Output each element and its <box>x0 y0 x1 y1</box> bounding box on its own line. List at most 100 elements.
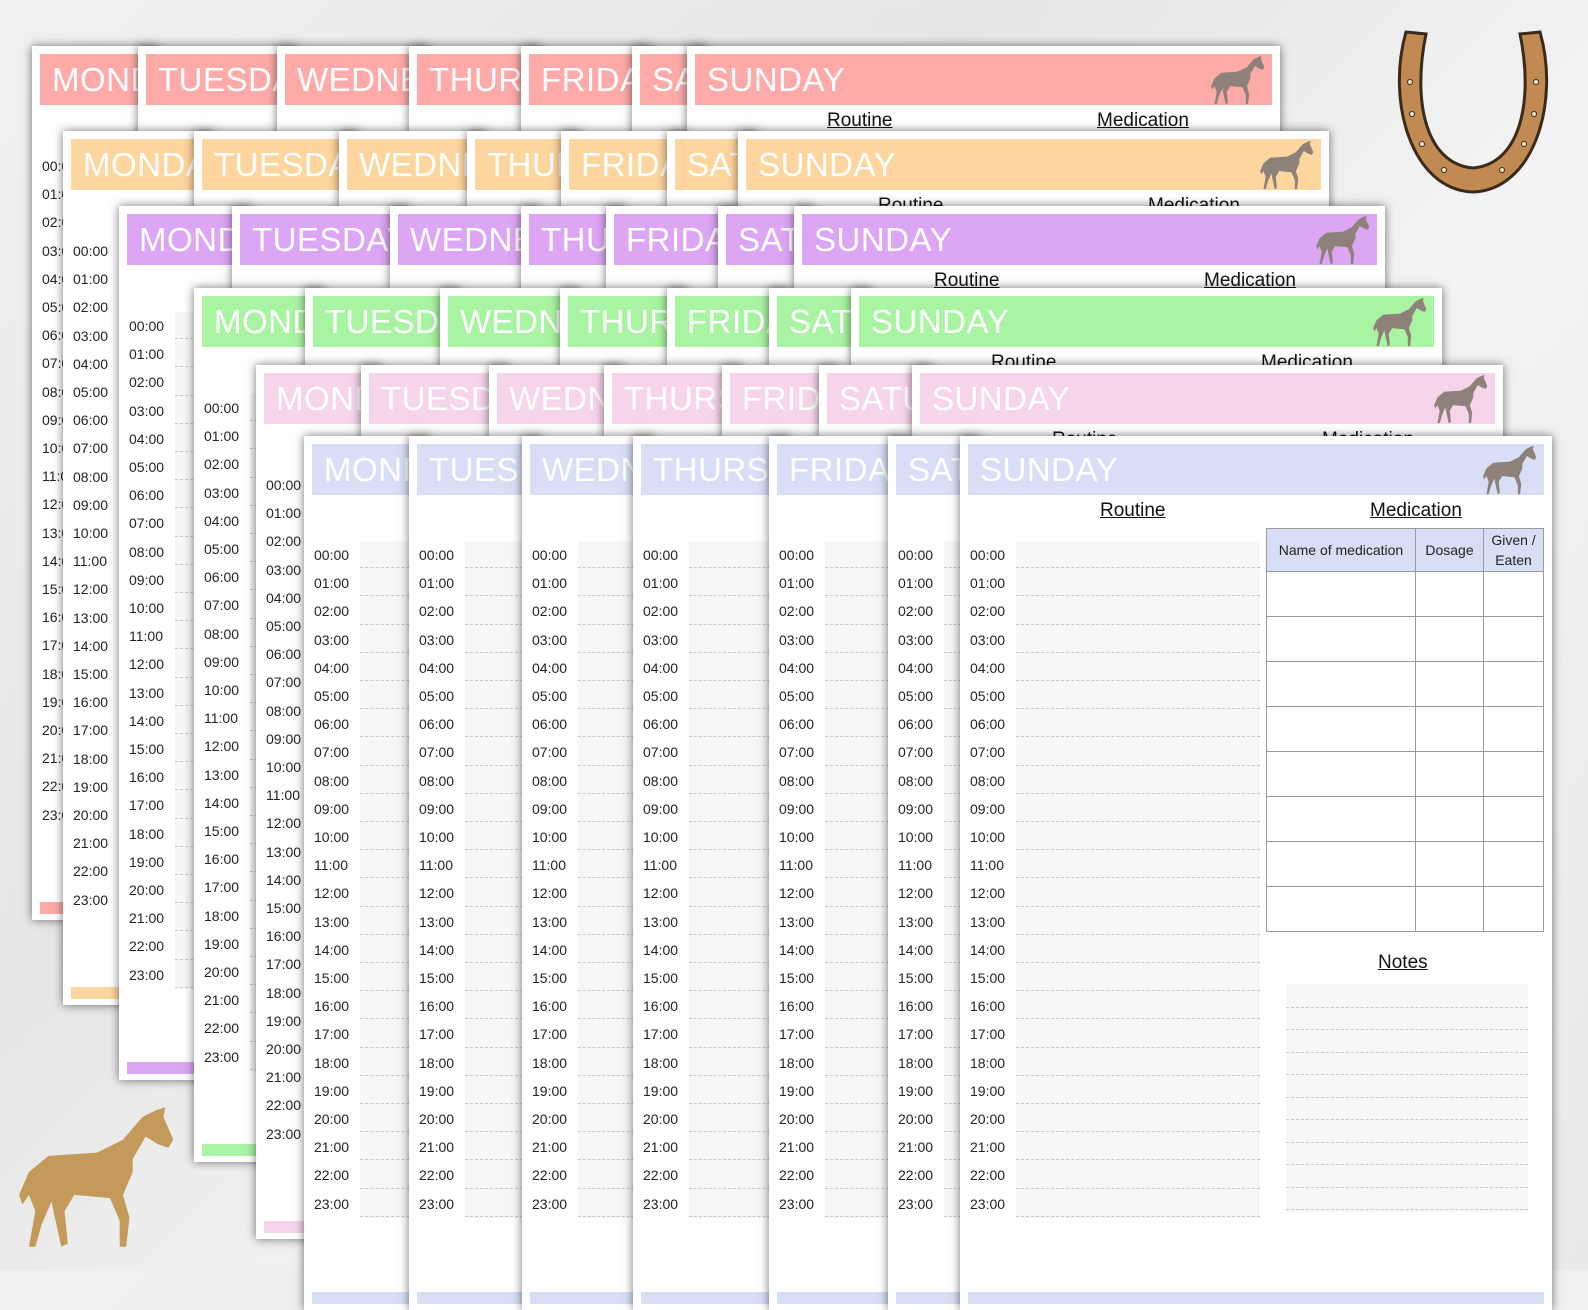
routine-line[interactable] <box>689 1131 775 1133</box>
routine-line[interactable] <box>465 736 528 738</box>
routine-line[interactable] <box>360 821 415 822</box>
routine-line[interactable] <box>578 680 639 681</box>
routine-line[interactable] <box>465 1159 528 1161</box>
routine-line[interactable] <box>465 933 528 935</box>
routine-line[interactable] <box>465 1215 528 1217</box>
routine-line[interactable] <box>465 962 528 963</box>
routine-line[interactable] <box>825 1074 894 1076</box>
routine-line[interactable] <box>578 1159 639 1161</box>
routine-line[interactable] <box>689 595 775 597</box>
routine-line[interactable] <box>689 962 775 963</box>
medication-cell[interactable] <box>1414 616 1485 662</box>
routine-line[interactable] <box>825 1215 894 1217</box>
notes-line[interactable] <box>1286 1186 1528 1188</box>
routine-line[interactable] <box>1016 1046 1260 1048</box>
routine-line[interactable] <box>578 623 639 625</box>
routine-line[interactable] <box>689 792 775 794</box>
routine-line[interactable] <box>1016 1215 1260 1217</box>
medication-cell[interactable] <box>1266 886 1416 932</box>
medication-cell[interactable] <box>1266 661 1416 707</box>
routine-line[interactable] <box>1016 877 1260 879</box>
routine-line[interactable] <box>465 1046 528 1048</box>
routine-line[interactable] <box>1016 567 1260 569</box>
routine-line[interactable] <box>578 1018 639 1020</box>
routine-line[interactable] <box>1016 1018 1260 1020</box>
routine-line[interactable] <box>465 877 528 879</box>
medication-cell[interactable] <box>1483 796 1544 842</box>
routine-line[interactable] <box>1016 905 1260 907</box>
medication-cell[interactable] <box>1483 751 1544 797</box>
medication-cell[interactable] <box>1483 706 1544 752</box>
routine-line[interactable] <box>689 651 775 653</box>
routine-line[interactable] <box>1016 708 1260 710</box>
notes-line[interactable] <box>1286 1074 1528 1075</box>
routine-line[interactable] <box>360 567 415 569</box>
routine-line[interactable] <box>360 1131 415 1133</box>
routine-line[interactable] <box>689 1103 775 1104</box>
routine-line[interactable] <box>578 849 639 851</box>
routine-line[interactable] <box>465 595 528 597</box>
routine-line[interactable] <box>578 736 639 738</box>
routine-line[interactable] <box>360 651 415 653</box>
routine-line[interactable] <box>360 1074 415 1076</box>
routine-line[interactable] <box>1016 962 1260 963</box>
routine-line[interactable] <box>825 595 894 597</box>
routine-line[interactable] <box>1016 933 1260 935</box>
medication-cell[interactable] <box>1266 841 1416 887</box>
medication-cell[interactable] <box>1414 751 1485 797</box>
medication-cell[interactable] <box>1414 571 1485 617</box>
routine-line[interactable] <box>360 764 415 766</box>
routine-line[interactable] <box>689 1159 775 1161</box>
routine-line[interactable] <box>1016 1187 1260 1189</box>
routine-line[interactable] <box>825 821 894 822</box>
routine-line[interactable] <box>360 708 415 710</box>
routine-line[interactable] <box>689 821 775 822</box>
routine-line[interactable] <box>1016 821 1260 822</box>
routine-line[interactable] <box>465 1187 528 1189</box>
routine-line[interactable] <box>689 708 775 710</box>
routine-line[interactable] <box>689 905 775 907</box>
routine-line[interactable] <box>825 905 894 907</box>
medication-cell[interactable] <box>1414 661 1485 707</box>
routine-line[interactable] <box>578 1103 639 1104</box>
routine-line[interactable] <box>825 877 894 879</box>
routine-line[interactable] <box>689 1046 775 1048</box>
routine-line[interactable] <box>825 933 894 935</box>
medication-cell[interactable] <box>1266 706 1416 752</box>
routine-line[interactable] <box>1016 792 1260 794</box>
routine-line[interactable] <box>578 1131 639 1133</box>
routine-line[interactable] <box>825 708 894 710</box>
routine-line[interactable] <box>360 849 415 851</box>
routine-line[interactable] <box>465 567 528 569</box>
routine-line[interactable] <box>360 1215 415 1217</box>
routine-line[interactable] <box>1016 1131 1260 1133</box>
routine-line[interactable] <box>1016 651 1260 653</box>
medication-cell[interactable] <box>1483 616 1544 662</box>
routine-line[interactable] <box>1016 623 1260 625</box>
routine-line[interactable] <box>465 849 528 851</box>
routine-line[interactable] <box>1016 680 1260 681</box>
routine-line[interactable] <box>825 1131 894 1133</box>
routine-line[interactable] <box>1016 595 1260 597</box>
medication-cell[interactable] <box>1266 796 1416 842</box>
routine-line[interactable] <box>825 962 894 963</box>
routine-line[interactable] <box>465 792 528 794</box>
routine-line[interactable] <box>360 905 415 907</box>
routine-line[interactable] <box>578 905 639 907</box>
routine-line[interactable] <box>1016 990 1260 992</box>
routine-line[interactable] <box>689 933 775 935</box>
routine-line[interactable] <box>825 680 894 681</box>
routine-line[interactable] <box>360 990 415 992</box>
routine-line[interactable] <box>689 736 775 738</box>
routine-line[interactable] <box>360 1046 415 1048</box>
routine-line[interactable] <box>360 962 415 963</box>
routine-line[interactable] <box>825 567 894 569</box>
routine-line[interactable] <box>465 990 528 992</box>
routine-line[interactable] <box>360 595 415 597</box>
routine-line[interactable] <box>578 821 639 822</box>
medication-cell[interactable] <box>1483 571 1544 617</box>
routine-line[interactable] <box>825 1159 894 1161</box>
routine-line[interactable] <box>825 849 894 851</box>
medication-cell[interactable] <box>1414 706 1485 752</box>
routine-line[interactable] <box>1016 1159 1260 1161</box>
